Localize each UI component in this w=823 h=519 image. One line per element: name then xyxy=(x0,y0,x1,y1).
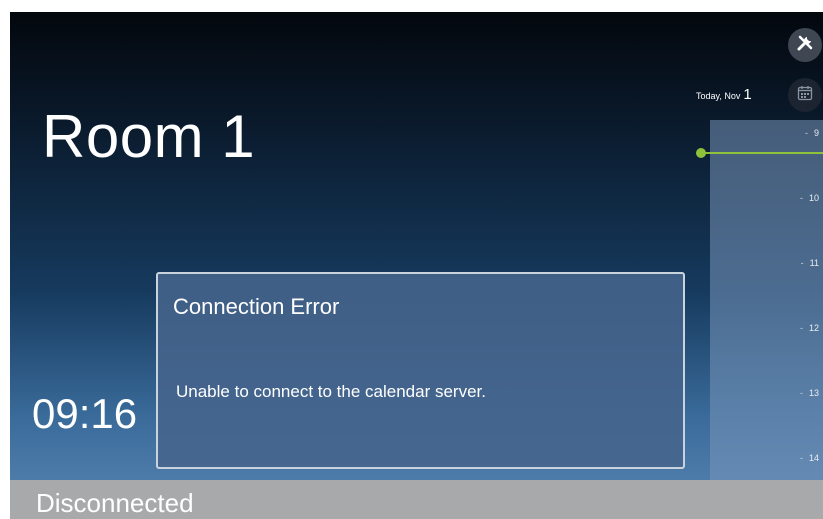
connection-error-dialog[interactable]: Connection Error Unable to connect to th… xyxy=(156,272,685,469)
calendar-date: Today, Nov 1 xyxy=(696,86,752,103)
room-panel-screen: Room 1 -9 -10 -11 -12 -13 -14 Today, Nov… xyxy=(10,12,823,519)
date-day: 1 xyxy=(743,86,752,103)
tools-button[interactable] xyxy=(788,28,822,62)
room-name: Room 1 xyxy=(42,103,256,170)
device-frame: Room 1 -9 -10 -11 -12 -13 -14 Today, Nov… xyxy=(0,0,823,519)
date-prefix: Today, Nov xyxy=(696,91,741,101)
hour-label-14: -14 xyxy=(799,453,819,463)
status-bar: Disconnected xyxy=(10,480,823,519)
current-time-line xyxy=(700,152,823,154)
tools-icon xyxy=(796,34,814,57)
hour-label-12: -12 xyxy=(799,323,819,333)
hour-label-11: -11 xyxy=(800,258,819,268)
current-time: 09:16 xyxy=(32,390,138,437)
calendar-button[interactable] xyxy=(788,78,822,112)
current-time-dot xyxy=(696,148,706,158)
dialog-title: Connection Error xyxy=(173,294,340,319)
schedule-timeline[interactable]: -9 -10 -11 -12 -13 -14 xyxy=(710,120,823,481)
connection-status: Disconnected xyxy=(36,488,194,518)
hour-label-9: -9 xyxy=(804,128,819,138)
calendar-icon xyxy=(797,85,813,106)
hour-label-13: -13 xyxy=(799,388,819,398)
dialog-message: Unable to connect to the calendar server… xyxy=(176,382,486,401)
hour-label-10: -10 xyxy=(799,193,819,203)
